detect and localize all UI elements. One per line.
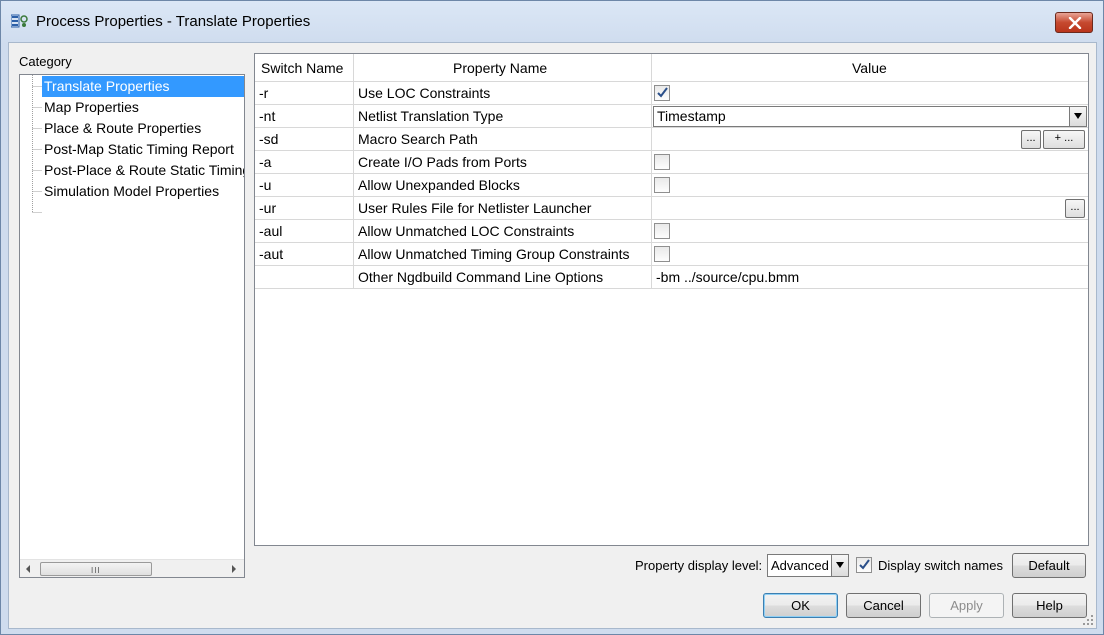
property-cell: User Rules File for Netlister Launcher xyxy=(358,200,592,216)
category-item-place-route-properties[interactable]: Place & Route Properties xyxy=(42,118,205,139)
property-cell: Create I/O Pads from Ports xyxy=(358,154,527,170)
property-display-level-select[interactable]: Advanced xyxy=(767,554,849,577)
switch-cell: -sd xyxy=(259,131,279,147)
close-button[interactable] xyxy=(1055,12,1093,33)
ok-button[interactable]: OK xyxy=(763,593,838,618)
switch-cell: -a xyxy=(259,154,272,170)
header-value[interactable]: Value xyxy=(852,54,887,82)
macro-path-browse-button[interactable]: ... xyxy=(1021,130,1041,149)
switch-cell: -nt xyxy=(259,108,276,124)
help-button[interactable]: Help xyxy=(1012,593,1087,618)
table-row[interactable]: -aul Allow Unmatched LOC Constraints xyxy=(255,220,1088,243)
title-bar[interactable]: Process Properties - Translate Propertie… xyxy=(1,1,1103,41)
macro-path-add-button[interactable]: + ... xyxy=(1043,130,1085,149)
table-header: Switch Name Property Name Value xyxy=(255,54,1088,82)
process-properties-dialog: Process Properties - Translate Propertie… xyxy=(0,0,1104,635)
table-row[interactable]: -sd Macro Search Path ... + ... xyxy=(255,128,1088,151)
netlist-translation-type-select[interactable]: Timestamp xyxy=(653,106,1087,127)
category-item-post-par-static-timing-report[interactable]: Post-Place & Route Static Timing Report xyxy=(42,160,244,181)
category-item-map-properties[interactable]: Map Properties xyxy=(42,97,143,118)
create-io-pads-checkbox[interactable] xyxy=(654,154,670,170)
chevron-down-icon xyxy=(836,562,844,568)
table-row[interactable]: -aut Allow Unmatched Timing Group Constr… xyxy=(255,243,1088,266)
process-properties-icon xyxy=(11,14,28,28)
properties-table: Switch Name Property Name Value -r Use L… xyxy=(254,53,1089,546)
switch-cell: -ur xyxy=(259,200,277,216)
category-tree[interactable]: Translate Properties Map Properties Plac… xyxy=(19,74,245,578)
dropdown-button[interactable] xyxy=(1069,107,1086,126)
window-title: Process Properties - Translate Propertie… xyxy=(36,13,311,30)
display-level-value: Advanced xyxy=(771,558,829,573)
header-property-name[interactable]: Property Name xyxy=(453,54,547,82)
property-cell: Other Ngdbuild Command Line Options xyxy=(358,269,604,285)
display-options-bar: Property display level: Advanced Display… xyxy=(9,551,1096,581)
default-button[interactable]: Default xyxy=(1012,553,1086,578)
allow-unexpanded-blocks-checkbox[interactable] xyxy=(654,177,670,193)
display-switch-names-checkbox[interactable] xyxy=(856,557,872,573)
property-display-level-label: Property display level: xyxy=(635,558,763,573)
header-switch-name[interactable]: Switch Name xyxy=(261,54,343,82)
table-row[interactable]: -a Create I/O Pads from Ports xyxy=(255,151,1088,174)
table-row[interactable]: -nt Netlist Translation Type Timestamp xyxy=(255,105,1088,128)
property-cell: Netlist Translation Type xyxy=(358,108,504,124)
table-row[interactable]: Other Ngdbuild Command Line Options -bm … xyxy=(255,266,1088,289)
property-cell: Allow Unexpanded Blocks xyxy=(358,177,520,193)
select-value-text: Timestamp xyxy=(657,108,726,124)
category-item-translate-properties[interactable]: Translate Properties xyxy=(42,76,244,97)
table-row[interactable]: -ur User Rules File for Netlister Launch… xyxy=(255,197,1088,220)
switch-cell: -r xyxy=(259,85,269,101)
apply-button[interactable]: Apply xyxy=(929,593,1004,618)
dropdown-button[interactable] xyxy=(831,555,848,576)
allow-unmatched-timing-group-checkbox[interactable] xyxy=(654,246,670,262)
switch-cell: -u xyxy=(259,177,272,193)
user-rules-file-browse-button[interactable]: ... xyxy=(1065,199,1085,218)
close-icon xyxy=(1068,17,1082,29)
table-row[interactable]: -r Use LOC Constraints xyxy=(255,82,1088,105)
display-switch-names-label: Display switch names xyxy=(878,558,1003,573)
category-label: Category xyxy=(19,54,72,69)
table-row[interactable]: -u Allow Unexpanded Blocks xyxy=(255,174,1088,197)
category-item-simulation-model-properties[interactable]: Simulation Model Properties xyxy=(42,181,223,202)
switch-cell xyxy=(259,266,351,289)
chevron-down-icon xyxy=(1074,113,1082,119)
checkmark-icon xyxy=(859,559,870,570)
allow-unmatched-loc-checkbox[interactable] xyxy=(654,223,670,239)
other-options-value[interactable]: -bm ../source/cpu.bmm xyxy=(656,266,1086,289)
dialog-body: Category Translate Properties Map Proper… xyxy=(8,42,1097,629)
use-loc-constraints-checkbox[interactable] xyxy=(654,85,670,101)
switch-cell: -aut xyxy=(259,246,284,262)
property-cell: Use LOC Constraints xyxy=(358,85,491,101)
property-cell: Macro Search Path xyxy=(358,131,478,147)
checkmark-icon xyxy=(657,87,668,98)
property-cell: Allow Unmatched Timing Group Constraints xyxy=(358,246,630,262)
property-cell: Allow Unmatched LOC Constraints xyxy=(358,223,575,239)
switch-cell: -aul xyxy=(259,223,283,239)
category-item-post-map-static-timing-report[interactable]: Post-Map Static Timing Report xyxy=(42,139,238,160)
cancel-button[interactable]: Cancel xyxy=(846,593,921,618)
resize-grip-icon[interactable] xyxy=(1082,614,1094,626)
